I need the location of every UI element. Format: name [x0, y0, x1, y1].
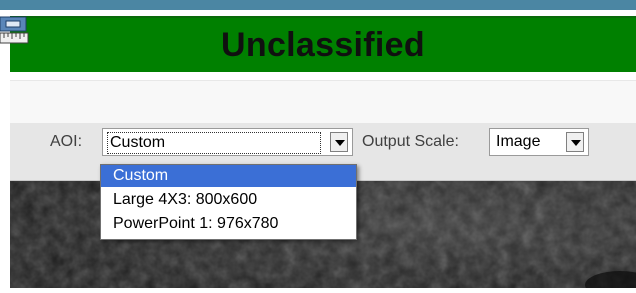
chevron-down-icon[interactable]: [566, 132, 584, 152]
output-scale-value: Image: [496, 133, 541, 150]
output-scale-label: Output Scale:: [362, 133, 459, 150]
aoi-option[interactable]: Custom: [101, 165, 356, 187]
aoi-select-value: Custom: [107, 132, 321, 154]
window-top-strip: [0, 0, 636, 10]
left-margin: [0, 10, 10, 288]
aoi-select[interactable]: Custom: [102, 128, 353, 156]
banner-spacer: [10, 72, 636, 80]
header-bar: [10, 80, 636, 124]
measure-ruler-icon[interactable]: [0, 14, 32, 46]
aoi-option[interactable]: PowerPoint 1: 976x780: [101, 213, 356, 235]
classification-title: Unclassified: [221, 26, 425, 64]
aoi-option[interactable]: Large 4X3: 800x600: [101, 189, 356, 211]
aoi-label: AOI:: [50, 133, 83, 150]
chevron-down-icon[interactable]: [330, 132, 348, 152]
output-scale-select[interactable]: Image: [489, 128, 589, 156]
aoi-dropdown-list: Custom Large 4X3: 800x600 PowerPoint 1: …: [100, 164, 357, 240]
classification-banner: Unclassified: [10, 16, 636, 72]
